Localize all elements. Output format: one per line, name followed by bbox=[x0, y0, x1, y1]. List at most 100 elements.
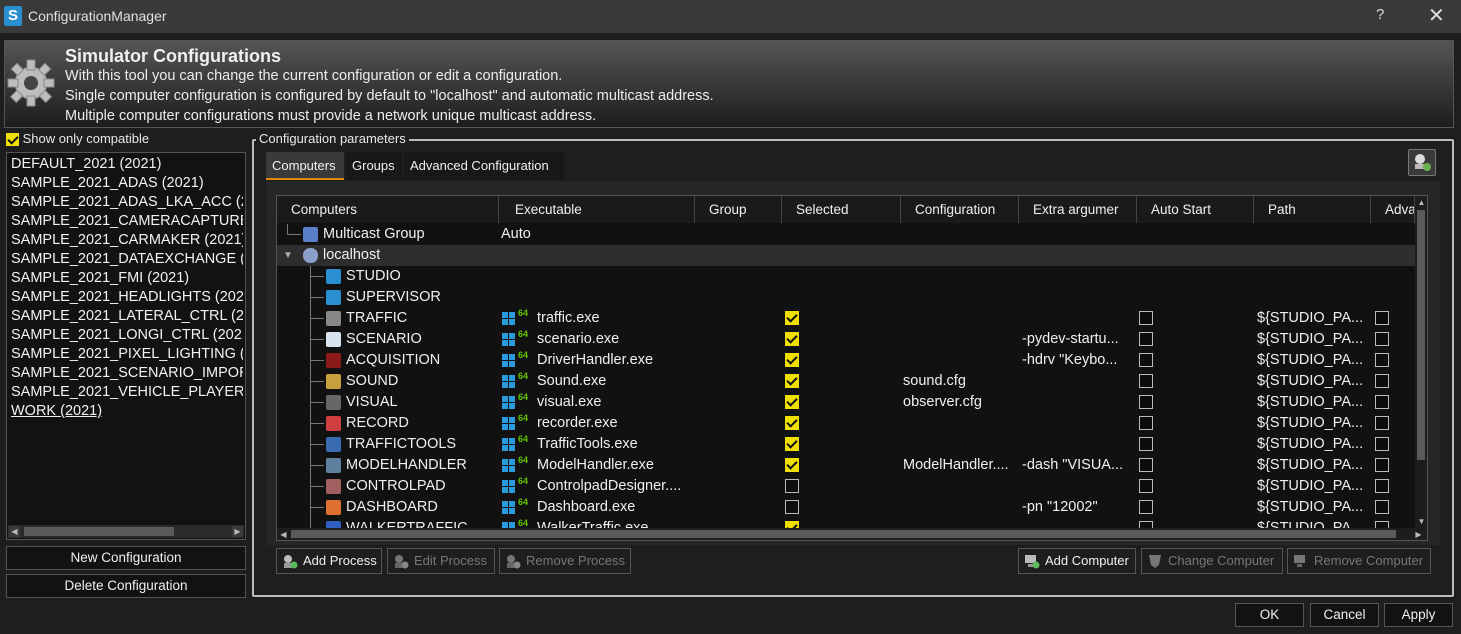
process-row[interactable]: TRAFFIC 64 traffic.exe ${STUDIO_PA... bbox=[277, 308, 1415, 329]
remove-computer-button[interactable]: Remove Computer bbox=[1287, 548, 1431, 574]
cancel-button[interactable]: Cancel bbox=[1310, 603, 1379, 627]
auto-start-checkbox[interactable] bbox=[1139, 416, 1153, 430]
selected-checkbox[interactable] bbox=[785, 311, 799, 325]
configuration-item[interactable]: SAMPLE_2021_DATAEXCHANGE (2021) bbox=[11, 250, 243, 269]
advanced-checkbox[interactable] bbox=[1375, 479, 1389, 493]
advanced-checkbox[interactable] bbox=[1375, 311, 1389, 325]
apply-button[interactable]: Apply bbox=[1384, 603, 1453, 627]
configuration-item[interactable]: SAMPLE_2021_ADAS (2021) bbox=[11, 174, 243, 193]
scroll-thumb[interactable] bbox=[1417, 210, 1425, 460]
add-computer-button[interactable]: Add Computer bbox=[1018, 548, 1136, 574]
auto-start-checkbox[interactable] bbox=[1139, 437, 1153, 451]
selected-checkbox[interactable] bbox=[785, 395, 799, 409]
network-settings-icon[interactable] bbox=[1408, 149, 1436, 176]
column-header-extra-arguments[interactable]: Extra argumer bbox=[1019, 196, 1137, 223]
help-button[interactable]: ? bbox=[1376, 6, 1384, 23]
auto-start-checkbox[interactable] bbox=[1139, 395, 1153, 409]
advanced-checkbox[interactable] bbox=[1375, 416, 1389, 430]
scroll-thumb[interactable] bbox=[291, 530, 1396, 538]
scroll-left-icon[interactable]: ◀ bbox=[278, 529, 289, 540]
tab-advanced-configuration[interactable]: Advanced Configuration bbox=[404, 152, 564, 180]
column-header-executable[interactable]: Executable bbox=[499, 196, 695, 223]
selected-checkbox[interactable] bbox=[785, 332, 799, 346]
localhost-row[interactable]: ▼ localhost bbox=[277, 245, 1415, 266]
advanced-checkbox[interactable] bbox=[1375, 395, 1389, 409]
auto-start-checkbox[interactable] bbox=[1139, 479, 1153, 493]
selected-checkbox[interactable] bbox=[785, 479, 799, 493]
auto-start-checkbox[interactable] bbox=[1139, 353, 1153, 367]
auto-start-checkbox[interactable] bbox=[1139, 311, 1153, 325]
configuration-item[interactable]: SAMPLE_2021_HEADLIGHTS (2021) bbox=[11, 288, 243, 307]
configuration-list[interactable]: DEFAULT_2021 (2021) SAMPLE_2021_ADAS (20… bbox=[6, 152, 246, 540]
selected-checkbox[interactable] bbox=[785, 500, 799, 514]
column-header-selected[interactable]: Selected bbox=[782, 196, 901, 223]
add-process-button[interactable]: Add Process bbox=[276, 548, 382, 574]
configuration-item-current[interactable]: WORK (2021) bbox=[11, 402, 243, 421]
process-row[interactable]: RECORD 64 recorder.exe ${STUDIO_PA... bbox=[277, 413, 1415, 434]
close-button[interactable]: ✕ bbox=[1428, 3, 1445, 28]
selected-checkbox[interactable] bbox=[785, 353, 799, 367]
configuration-item[interactable]: SAMPLE_2021_SCENARIO_IMPORT (2021) bbox=[11, 364, 243, 383]
edit-process-button[interactable]: Edit Process bbox=[387, 548, 495, 574]
advanced-checkbox[interactable] bbox=[1375, 353, 1389, 367]
process-row[interactable]: SCENARIO 64 scenario.exe -pydev-startu... ${… bbox=[277, 329, 1415, 350]
process-row[interactable]: SUPERVISOR bbox=[277, 287, 1415, 308]
grid-vertical-scrollbar[interactable]: ▲ ▼ bbox=[1415, 196, 1427, 528]
tab-computers[interactable]: Computers bbox=[266, 152, 344, 180]
column-header-configuration[interactable]: Configuration bbox=[901, 196, 1019, 223]
scroll-up-icon[interactable]: ▲ bbox=[1416, 197, 1427, 208]
column-header-group[interactable]: Group bbox=[695, 196, 782, 223]
scroll-right-icon[interactable]: ▶ bbox=[232, 526, 243, 537]
auto-start-checkbox[interactable] bbox=[1139, 458, 1153, 472]
delete-configuration-button[interactable]: Delete Configuration bbox=[6, 574, 246, 598]
advanced-checkbox[interactable] bbox=[1375, 332, 1389, 346]
configuration-item[interactable]: SAMPLE_2021_LONGI_CTRL (2021) bbox=[11, 326, 243, 345]
scroll-left-icon[interactable]: ◀ bbox=[9, 526, 20, 537]
remove-process-button[interactable]: Remove Process bbox=[499, 548, 631, 574]
ok-button[interactable]: OK bbox=[1235, 603, 1304, 627]
process-row[interactable]: TRAFFICTOOLS 64 TrafficTools.exe ${STUDIO_P… bbox=[277, 434, 1415, 455]
computers-grid[interactable]: Computers Executable Group Selected Conf… bbox=[276, 195, 1428, 541]
process-row[interactable]: CONTROLPAD 64 ControlpadDesigner.... ${STUD… bbox=[277, 476, 1415, 497]
configuration-item[interactable]: DEFAULT_2021 (2021) bbox=[11, 155, 243, 174]
checkbox-box[interactable] bbox=[6, 133, 19, 147]
column-header-auto-start[interactable]: Auto Start bbox=[1137, 196, 1254, 223]
column-header-computers[interactable]: Computers bbox=[277, 196, 499, 223]
process-row[interactable]: ACQUISITION 64 DriverHandler.exe -hdrv "Key… bbox=[277, 350, 1415, 371]
grid-horizontal-scrollbar[interactable]: ◀ ▶ bbox=[277, 528, 1427, 540]
selected-checkbox[interactable] bbox=[785, 374, 799, 388]
show-compatible-checkbox[interactable]: Show only compatible bbox=[6, 131, 149, 147]
advanced-checkbox[interactable] bbox=[1375, 437, 1389, 451]
auto-start-checkbox[interactable] bbox=[1139, 332, 1153, 346]
configuration-item[interactable]: SAMPLE_2021_CARMAKER (2021) bbox=[11, 231, 243, 250]
process-row[interactable]: STUDIO bbox=[277, 266, 1415, 287]
configuration-item[interactable]: SAMPLE_2021_ADAS_LKA_ACC (2021) bbox=[11, 193, 243, 212]
advanced-checkbox[interactable] bbox=[1375, 500, 1389, 514]
selected-checkbox[interactable] bbox=[785, 416, 799, 430]
advanced-checkbox[interactable] bbox=[1375, 374, 1389, 388]
process-row[interactable]: DASHBOARD 64 Dashboard.exe -pn "12002" ${STU… bbox=[277, 497, 1415, 518]
selected-checkbox[interactable] bbox=[785, 458, 799, 472]
list-horizontal-scrollbar[interactable]: ◀ ▶ bbox=[8, 525, 244, 538]
auto-start-checkbox[interactable] bbox=[1139, 500, 1153, 514]
advanced-checkbox[interactable] bbox=[1375, 458, 1389, 472]
column-header-advanced[interactable]: Adva bbox=[1371, 196, 1415, 223]
process-row[interactable]: VISUAL 64 visual.exe observer.cfg ${STUDIO_P… bbox=[277, 392, 1415, 413]
tab-groups[interactable]: Groups bbox=[346, 152, 402, 180]
multicast-group-row[interactable]: Multicast Group Auto bbox=[277, 224, 1415, 245]
scroll-thumb[interactable] bbox=[24, 527, 174, 536]
configuration-item[interactable]: SAMPLE_2021_LATERAL_CTRL (2021) bbox=[11, 307, 243, 326]
configuration-item[interactable]: SAMPLE_2021_CAMERACAPTURE (2021) bbox=[11, 212, 243, 231]
configuration-item[interactable]: SAMPLE_2021_FMI (2021) bbox=[11, 269, 243, 288]
change-computer-button[interactable]: Change Computer bbox=[1141, 548, 1283, 574]
scroll-right-icon[interactable]: ▶ bbox=[1413, 529, 1424, 540]
process-row[interactable]: MODELHANDLER 64 ModelHandler.exe ModelHandl… bbox=[277, 455, 1415, 476]
column-header-path[interactable]: Path bbox=[1254, 196, 1371, 223]
collapse-arrow-icon[interactable]: ▼ bbox=[283, 245, 293, 266]
new-configuration-button[interactable]: New Configuration bbox=[6, 546, 246, 570]
auto-start-checkbox[interactable] bbox=[1139, 374, 1153, 388]
process-row[interactable]: SOUND 64 Sound.exe sound.cfg ${STUDIO_PA... bbox=[277, 371, 1415, 392]
configuration-item[interactable]: SAMPLE_2021_PIXEL_LIGHTING (2021) bbox=[11, 345, 243, 364]
configuration-item[interactable]: SAMPLE_2021_VEHICLE_PLAYER (2021) bbox=[11, 383, 243, 402]
selected-checkbox[interactable] bbox=[785, 437, 799, 451]
